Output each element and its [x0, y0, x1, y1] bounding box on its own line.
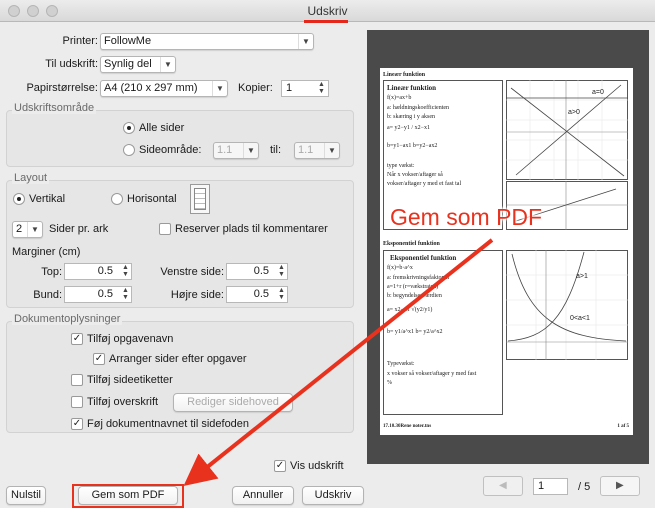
- annotation-arrow: [183, 238, 494, 486]
